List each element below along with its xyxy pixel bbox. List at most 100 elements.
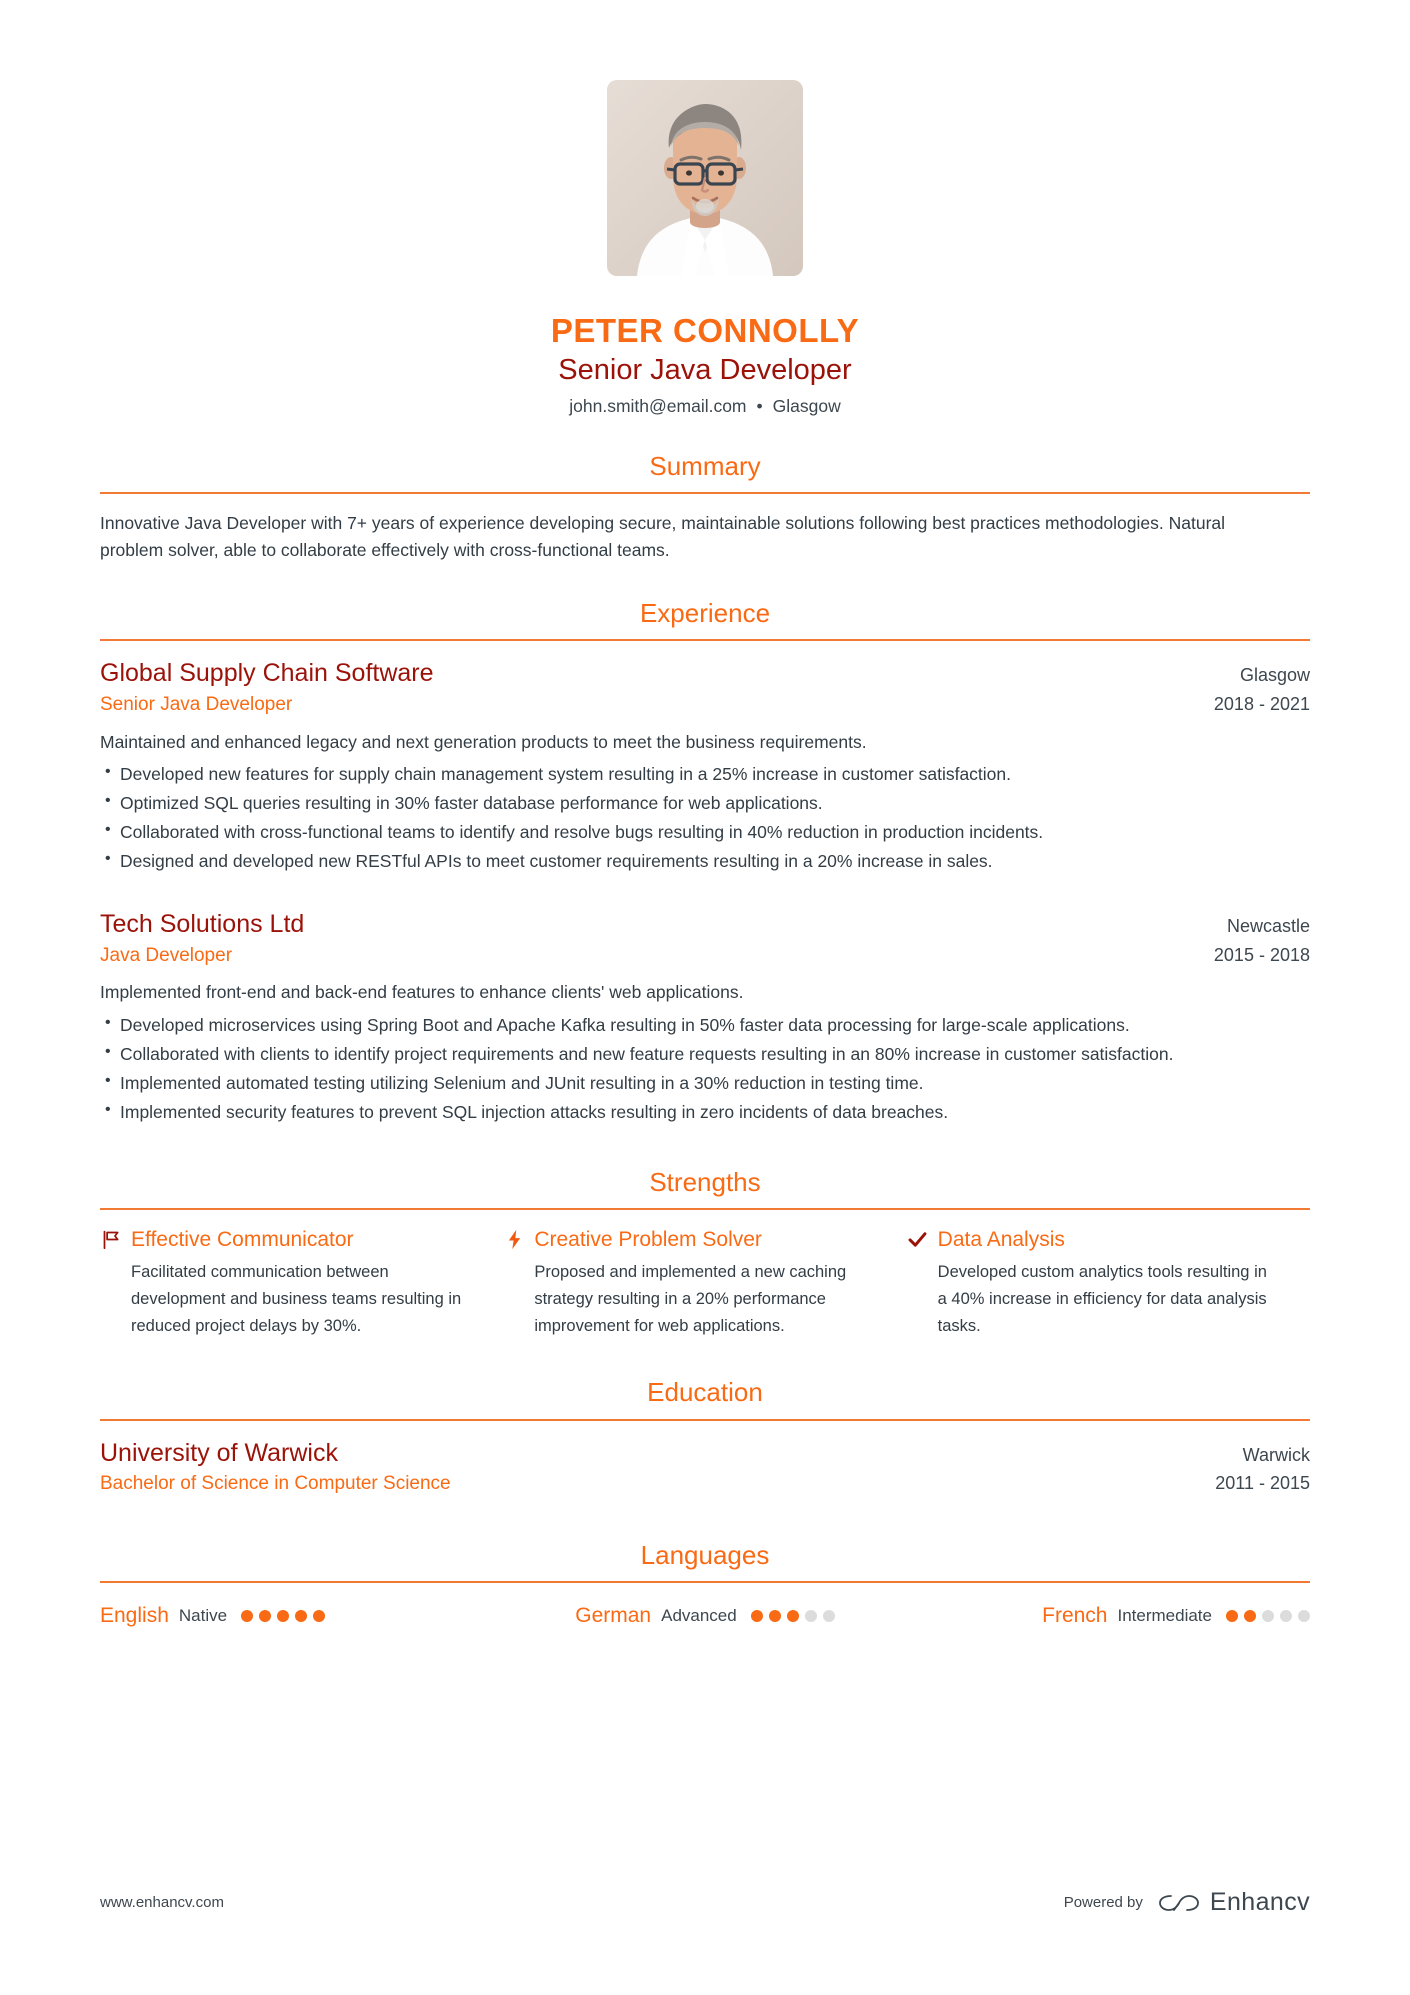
- section-title-experience: Experience: [639, 598, 771, 629]
- job-role: Senior Java Developer: [100, 694, 293, 715]
- section-title-strengths: Strengths: [649, 1166, 761, 1197]
- degree-dates: 2011 - 2015: [1215, 1473, 1310, 1494]
- language-level: Native: [178, 1605, 228, 1625]
- rating-dot: [768, 1609, 781, 1622]
- page-title: PETER CONNOLLY: [550, 312, 860, 349]
- job-dates: 2018 - 2021: [1213, 694, 1310, 714]
- list-item: Implemented automated testing utilizing …: [100, 1069, 1310, 1096]
- entry-subheader-row: Bachelor of Science in Computer Science …: [100, 1470, 1310, 1498]
- rating-dot: [786, 1609, 799, 1622]
- list-item: Implemented security features to prevent…: [100, 1098, 1310, 1125]
- institution-name: University of Warwick: [100, 1438, 338, 1467]
- summary-body: Innovative Java Developer with 7+ years …: [100, 494, 1310, 564]
- avatar-wrapper: [100, 80, 1310, 276]
- job-role: Java Developer: [100, 944, 233, 966]
- job-bullets: Developed new features for supply chain …: [100, 760, 1310, 874]
- language-name: French: [1042, 1604, 1108, 1628]
- language-item: English Native: [100, 1603, 503, 1628]
- language-rating-dots: [1225, 1609, 1310, 1622]
- entry-subheader-row: Java Developer 2015 - 2018: [100, 942, 1310, 970]
- entry-subheader-row: Senior Java Developer 2018 - 2021: [100, 691, 1310, 719]
- location-text: Glasgow: [772, 395, 841, 416]
- job-dates: 2015 - 2018: [1213, 944, 1310, 965]
- list-item: Designed and developed new RESTful APIs …: [100, 847, 1310, 874]
- language-item: French Intermediate: [907, 1603, 1310, 1628]
- summary-text: Innovative Java Developer with 7+ years …: [100, 512, 1226, 560]
- strength-item: Creative Problem Solver Proposed and imp…: [503, 1226, 906, 1339]
- enhancv-mark-icon: [1159, 1894, 1199, 1911]
- institution-location: Warwick: [1242, 1444, 1310, 1465]
- job-bullets: Developed microservices using Spring Boo…: [100, 1011, 1310, 1125]
- language-item: German Advanced: [503, 1603, 906, 1628]
- strength-title: Data Analysis: [937, 1228, 1065, 1252]
- email-text: john.smith@email.com: [569, 395, 747, 416]
- resume-header: PETER CONNOLLY Senior Java Developer joh…: [100, 0, 1310, 417]
- list-item: Developed new features for supply chain …: [100, 760, 1310, 787]
- entry-header-row: Tech Solutions Ltd Newcastle: [100, 908, 1310, 942]
- company-location: Newcastle: [1226, 916, 1310, 937]
- profile-photo-illustration: [607, 80, 803, 276]
- rating-dot: [1297, 1609, 1310, 1622]
- enhancv-logo: Enhancv: [1157, 1888, 1310, 1917]
- section-education: Education University of Warwick Warwick …: [100, 1377, 1310, 1497]
- rating-dot: [295, 1609, 308, 1622]
- rating-dot: [313, 1609, 326, 1622]
- section-experience: Experience Global Supply Chain Software …: [100, 598, 1310, 1125]
- strength-description: Developed custom analytics tools resulti…: [937, 1263, 1267, 1335]
- section-title-education: Education: [647, 1377, 763, 1408]
- strength-header: Data Analysis: [907, 1226, 1268, 1253]
- language-name: English: [100, 1604, 169, 1628]
- footer-url[interactable]: www.enhancv.com: [100, 1894, 224, 1911]
- language-level: Intermediate: [1117, 1605, 1212, 1625]
- list-item: Developed microservices using Spring Boo…: [100, 1011, 1310, 1038]
- rating-dot: [1261, 1609, 1274, 1622]
- rating-dot: [277, 1609, 290, 1622]
- strength-item: Effective Communicator Facilitated commu…: [100, 1226, 503, 1339]
- strength-description: Proposed and implemented a new caching s…: [534, 1263, 847, 1335]
- checkmark-icon: [907, 1229, 929, 1251]
- language-rating-dots: [241, 1609, 326, 1622]
- job-description: Implemented front-end and back-end featu…: [100, 982, 744, 1003]
- section-summary: Summary Innovative Java Developer with 7…: [100, 451, 1310, 564]
- rating-dot: [259, 1609, 272, 1622]
- education-entry: University of Warwick Warwick Bachelor o…: [100, 1437, 1310, 1498]
- footer-branding: Powered by Enhancv: [1064, 1888, 1310, 1917]
- lightning-bolt-icon: [503, 1229, 525, 1251]
- avatar: [607, 80, 803, 276]
- section-strengths: Strengths Effective Communicator Facilit…: [100, 1167, 1310, 1340]
- company-name: Tech Solutions Ltd: [100, 910, 305, 939]
- section-languages: Languages English Native German Advanced…: [100, 1540, 1310, 1628]
- strengths-grid: Effective Communicator Facilitated commu…: [100, 1226, 1310, 1339]
- education-body: University of Warwick Warwick Bachelor o…: [100, 1421, 1310, 1498]
- rating-dot: [822, 1609, 835, 1622]
- powered-by-label: Powered by: [1063, 1894, 1143, 1911]
- section-title-summary: Summary: [649, 450, 761, 481]
- flag-icon: [100, 1229, 122, 1251]
- job-description: Maintained and enhanced legacy and next …: [100, 731, 867, 752]
- strength-title: Effective Communicator: [131, 1228, 354, 1252]
- language-rating-dots: [750, 1609, 835, 1622]
- rating-dot: [1279, 1609, 1292, 1622]
- strength-header: Creative Problem Solver: [503, 1226, 864, 1253]
- strengths-body: Effective Communicator Facilitated commu…: [100, 1210, 1310, 1339]
- rating-dot: [750, 1609, 763, 1622]
- languages-body: English Native German Advanced French In…: [100, 1583, 1310, 1628]
- job-title: Senior Java Developer: [558, 353, 852, 386]
- contact-line: john.smith@email.com • Glasgow: [100, 396, 1310, 417]
- rating-dot: [804, 1609, 817, 1622]
- rating-dot: [241, 1609, 254, 1622]
- contact-separator: •: [756, 395, 763, 416]
- rating-dot: [1225, 1609, 1238, 1622]
- degree-name: Bachelor of Science in Computer Science: [100, 1473, 451, 1495]
- language-level: Advanced: [661, 1605, 737, 1625]
- list-item: Optimized SQL queries resulting in 30% f…: [100, 789, 1310, 816]
- strength-item: Data Analysis Developed custom analytics…: [907, 1226, 1310, 1339]
- language-name: German: [575, 1604, 652, 1628]
- company-location: Glasgow: [1239, 665, 1310, 686]
- entry-header-row: Global Supply Chain Software Glasgow: [100, 657, 1310, 691]
- section-title-languages: Languages: [640, 1539, 770, 1570]
- list-item: Collaborated with clients to identify pr…: [100, 1040, 1310, 1067]
- strength-description: Facilitated communication between develo…: [131, 1263, 462, 1335]
- experience-body: Global Supply Chain Software Glasgow Sen…: [100, 641, 1310, 1125]
- page-footer: www.enhancv.com Powered by Enhancv: [100, 1888, 1310, 1917]
